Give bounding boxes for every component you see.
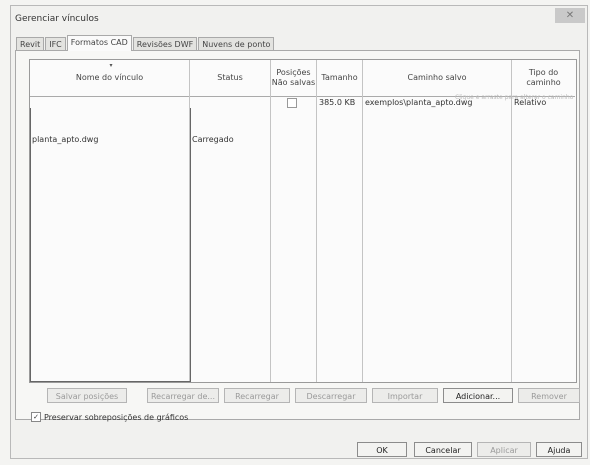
column-header-status[interactable]: Status [190,60,271,97]
close-button[interactable]: ✕ [555,8,585,23]
help-button[interactable]: Ajuda [536,442,582,457]
column-header-path-type-label: Tipo do caminho [526,68,561,87]
column-header-path-label: Caminho salvo [407,73,467,82]
tab-point-clouds[interactable]: Nuvens de ponto [198,37,275,51]
ok-button[interactable]: OK [357,442,407,457]
title-bar: Gerenciar vínculos ✕ [11,6,587,30]
column-header-name[interactable]: ▾ Nome do vínculo [30,60,190,97]
column-header-name-label: Nome do vínculo [75,73,144,82]
close-icon: ✕ [565,10,575,21]
preserve-overrides-label: Preservar sobreposições de gráficos [44,412,189,422]
preserve-graphic-overrides-option[interactable]: ✓ Preservar sobreposições de gráficos [31,412,188,422]
preserve-overrides-checkbox[interactable]: ✓ [31,412,41,422]
unsaved-positions-checkbox[interactable] [287,98,297,108]
links-table: ▾ Nome do vínculo Status Posições Não sa… [29,59,577,383]
column-divider [316,96,317,382]
dialog-title: Gerenciar vínculos [15,14,99,24]
column-header-unsaved-positions[interactable]: Posições Não salvas [271,60,317,97]
column-header-size[interactable]: Tamanho [317,60,363,97]
column-header-path-type[interactable]: Tipo do caminho [512,60,575,97]
cell-size: 385.0 KB [319,98,356,107]
save-positions-button[interactable]: Salvar posições [47,388,127,403]
column-header-saved-path[interactable]: Caminho salvo [363,60,512,97]
name-column-selection [30,108,191,382]
reload-button[interactable]: Recarregar [224,388,290,403]
checkmark-icon: ✓ [33,413,39,421]
path-type-overflow-hint: Clique e arraste para alterar o caminho [455,94,574,101]
remove-button[interactable]: Remover [518,388,580,403]
cell-status: Carregado [192,135,234,144]
column-header-positions-label: Posições Não salvas [271,68,316,87]
column-divider [362,96,363,382]
import-button[interactable]: Importar [372,388,438,403]
apply-button[interactable]: Aplicar [477,442,531,457]
reload-from-button[interactable]: Recarregar de... [147,388,219,403]
tab-revit[interactable]: Revit [16,37,45,51]
column-divider [270,96,271,382]
sort-indicator-icon: ▾ [109,62,113,69]
column-header-status-label: Status [217,73,243,82]
column-divider [511,96,512,382]
tab-dwf-markups[interactable]: Revisões DWF [132,37,198,51]
unload-button[interactable]: Descarregar [295,388,367,403]
tab-strip: Revit IFC Formatos CAD Revisões DWF Nuve… [16,35,275,51]
column-header-size-label: Tamanho [321,73,358,82]
cancel-button[interactable]: Cancelar [414,442,472,457]
tab-cad-formats[interactable]: Formatos CAD [66,35,132,51]
add-button[interactable]: Adicionar... [443,388,513,403]
tab-ifc[interactable]: IFC [45,37,66,51]
